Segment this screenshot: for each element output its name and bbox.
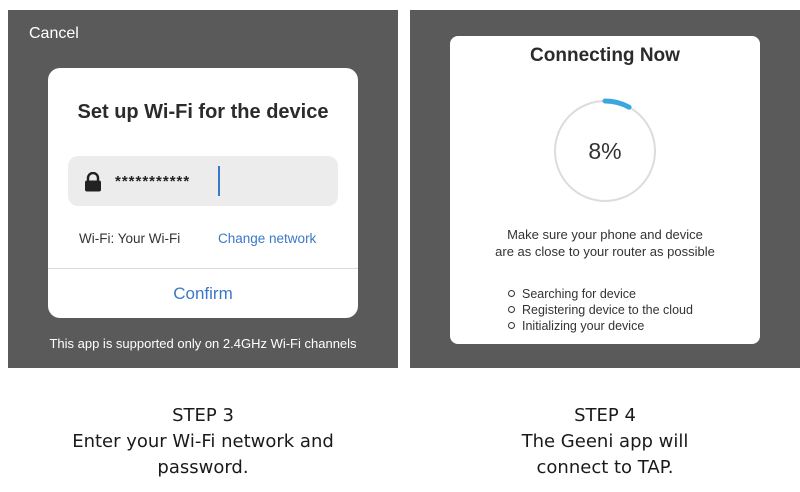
wifi-setup-screen: Cancel Set up Wi-Fi for the device *****…	[8, 10, 398, 368]
step3-heading: STEP 3	[172, 405, 234, 426]
proximity-note: Make sure your phone and device are as c…	[450, 226, 760, 260]
lock-icon	[85, 172, 101, 192]
connecting-title: Connecting Now	[530, 45, 680, 66]
circle-bullet-icon	[508, 290, 515, 298]
text-cursor	[218, 166, 220, 196]
step4-caption: STEP 4 The Geeni app will connect to TAP…	[410, 403, 800, 481]
circle-bullet-icon	[508, 306, 515, 314]
connection-steps-list: Searching for device Registering device …	[508, 286, 693, 334]
note-line-2: are as close to your router as possible	[495, 244, 715, 259]
progress-arc	[602, 98, 632, 110]
connecting-card: Connecting Now 8% Make sure your phone a…	[450, 36, 760, 344]
list-item: Searching for device	[508, 286, 693, 302]
cancel-button[interactable]: Cancel	[29, 25, 79, 43]
step3-caption: STEP 3 Enter your Wi-Fi network and pass…	[8, 403, 398, 481]
step-label: Searching for device	[522, 287, 636, 301]
circle-bullet-icon	[508, 322, 515, 330]
step4-description: The Geeni app will connect to TAP.	[521, 431, 689, 478]
support-footnote: This app is supported only on 2.4GHz Wi-…	[49, 336, 357, 351]
wifi-network-label: Wi-Fi: Your Wi-Fi	[79, 231, 181, 246]
progress-ring: 8%	[550, 96, 660, 206]
progress-percent: 8%	[588, 138, 622, 164]
list-item: Initializing your device	[508, 318, 693, 334]
connecting-screen: Connecting Now 8% Make sure your phone a…	[410, 10, 800, 368]
dialog-title: Set up Wi-Fi for the device	[77, 101, 329, 123]
step-label: Registering device to the cloud	[522, 303, 693, 317]
wifi-password-field[interactable]: ***********	[68, 156, 338, 206]
step3-description: Enter your Wi-Fi network and password.	[72, 431, 334, 478]
confirm-button[interactable]: Confirm	[48, 269, 358, 318]
change-network-link[interactable]: Change network	[218, 231, 316, 246]
step4-heading: STEP 4	[574, 405, 636, 426]
note-line-1: Make sure your phone and device	[507, 227, 703, 242]
list-item: Registering device to the cloud	[508, 302, 693, 318]
password-value: ***********	[115, 173, 191, 190]
step-label: Initializing your device	[522, 319, 645, 333]
wifi-setup-dialog: Set up Wi-Fi for the device *********** …	[48, 68, 358, 318]
